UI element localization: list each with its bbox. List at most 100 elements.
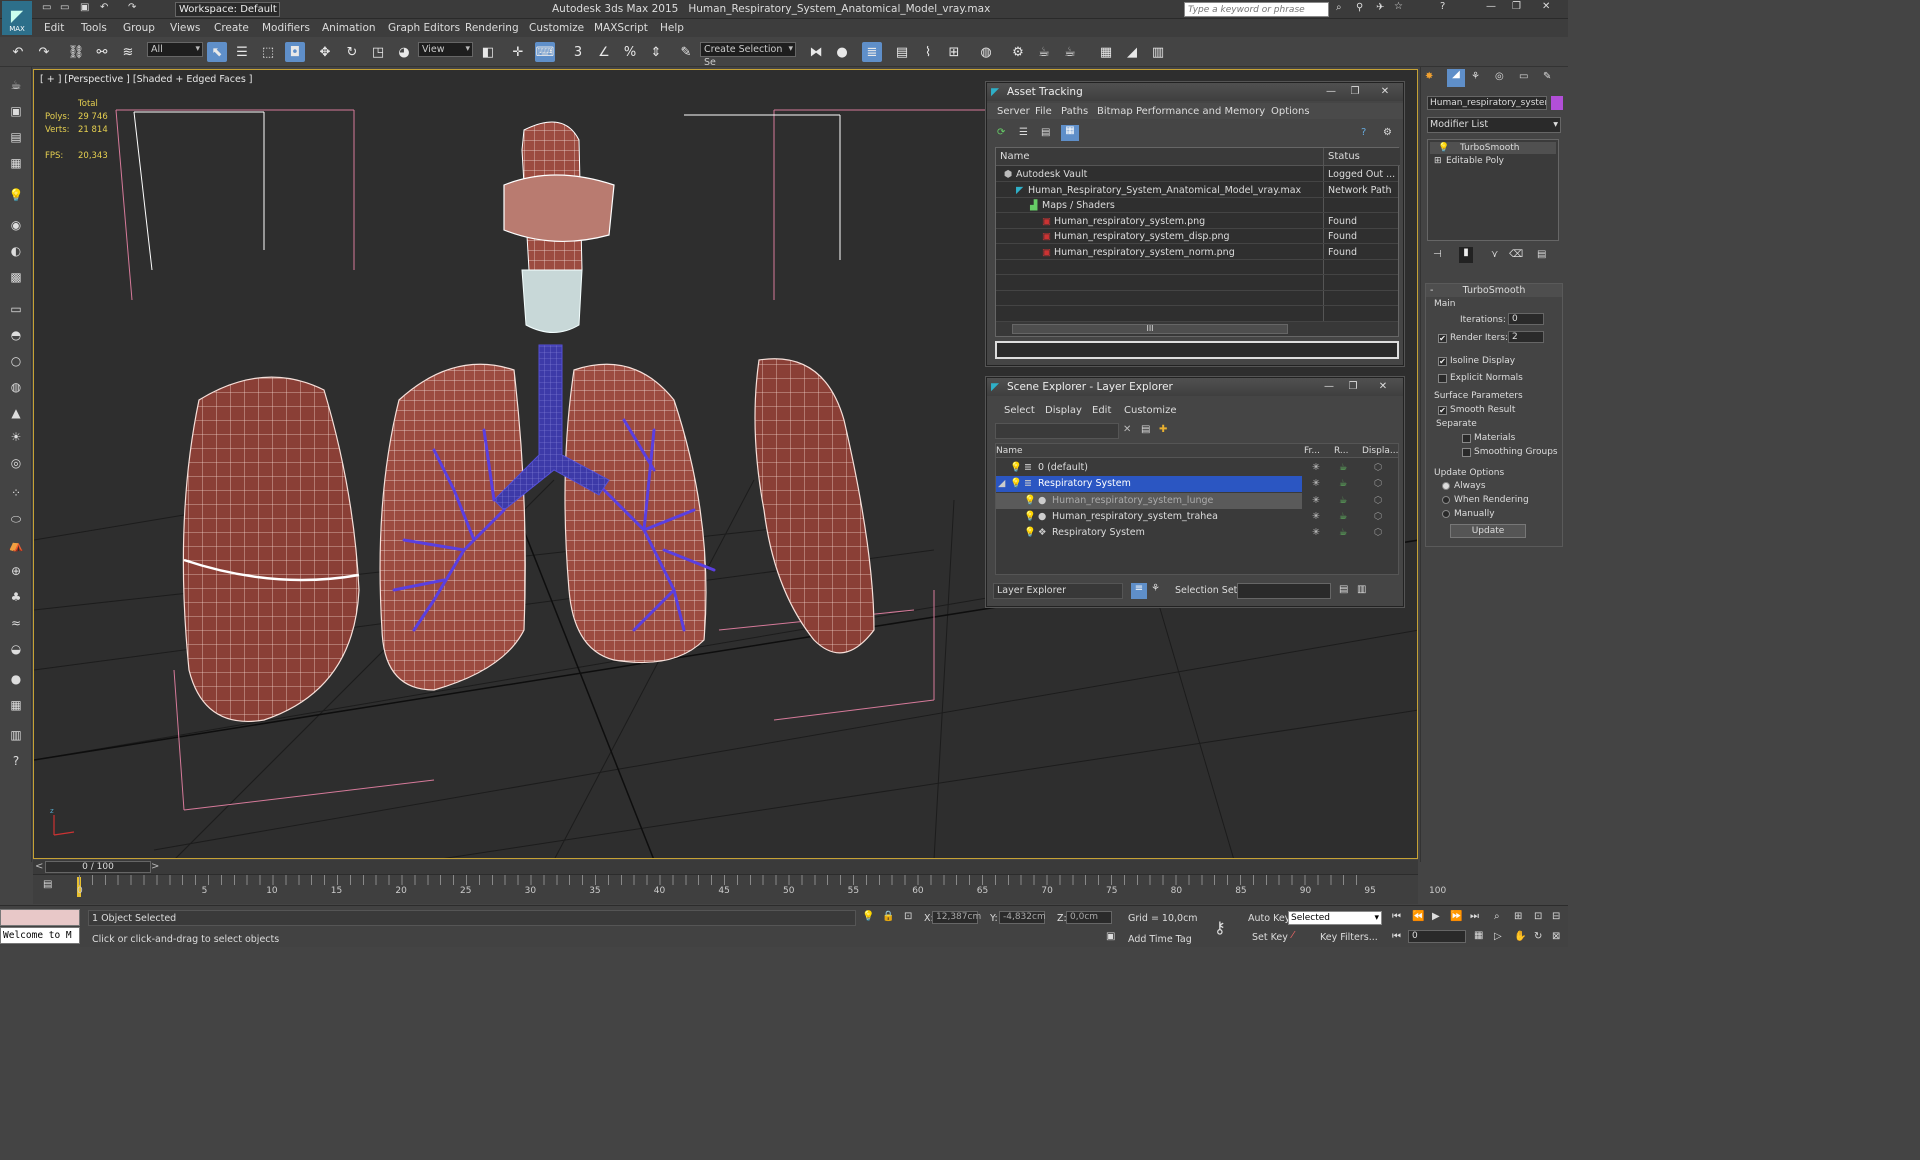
hierarchy-mode-icon[interactable]: ⚘	[1151, 583, 1160, 594]
visibility-bulb-icon[interactable]: 💡	[1024, 509, 1036, 525]
favorites-star-icon[interactable]: ☆	[1394, 1, 1403, 12]
render-teapot-icon[interactable]: ☕	[1339, 460, 1348, 476]
asset-table-row[interactable]: ▣ Human_respiratory_system.png Found	[996, 214, 1398, 229]
scene-col-render[interactable]: R...	[1334, 446, 1349, 456]
minimize-icon[interactable]: —	[1486, 1, 1496, 12]
menu-edit[interactable]: Edit	[44, 22, 64, 34]
orbit-icon[interactable]: ↻	[1534, 931, 1542, 942]
layer-explorer-mode-dropdown[interactable]: Layer Explorer	[993, 583, 1123, 599]
asset-menu-bitmap[interactable]: Bitmap Performance and Memory	[1097, 106, 1265, 117]
render-teapot-icon[interactable]: ☕	[1339, 476, 1348, 492]
asset-table-row[interactable]	[996, 307, 1398, 322]
plane-icon[interactable]: ▭	[6, 299, 26, 319]
track-bar[interactable]: ▤ 0 5 10 15 20 25 30 35 40 45 50 55 60 65 70 75 80 85 90 95…	[33, 874, 1446, 904]
key-mode-toggle-icon[interactable]: ⏮	[1392, 931, 1401, 942]
set-key-button[interactable]: Set Key	[1252, 932, 1288, 943]
mini-curve-editor-icon[interactable]: ▤	[43, 879, 52, 890]
asset-table-row[interactable]	[996, 260, 1398, 275]
asset-menu-file[interactable]: File	[1035, 106, 1052, 117]
asset-menu-options[interactable]: Options	[1271, 106, 1310, 117]
help-icon[interactable]: ?	[1440, 1, 1445, 12]
add-time-tag-icon[interactable]: ▣	[1106, 931, 1115, 942]
display-box-icon[interactable]: ⬡	[1374, 525, 1382, 541]
asset-table-row[interactable]	[996, 291, 1398, 306]
when-rendering-radio[interactable]	[1442, 496, 1450, 504]
torus-icon[interactable]: ◎	[6, 453, 26, 473]
keyboard-shortcut-override-icon[interactable]: ⌨	[535, 42, 555, 62]
graphite-toggle-icon[interactable]: ▤	[892, 42, 912, 62]
scene-search-input[interactable]	[995, 423, 1119, 439]
grid-icon[interactable]: ▦	[6, 695, 26, 715]
asset-table-row[interactable]: ◤ Human_Respiratory_System_Anatomical_Mod…	[996, 183, 1398, 198]
rotate-icon[interactable]: ↻	[342, 42, 362, 62]
freeze-snowflake-icon[interactable]: ✳	[1312, 493, 1320, 509]
scene-col-frozen[interactable]: Fr...	[1304, 446, 1320, 456]
snaps-toggle-icon[interactable]: 3	[568, 42, 588, 62]
maximize-toggle-icon[interactable]: ⊠	[1552, 931, 1560, 942]
asset-table-row[interactable]: ⬢ Autodesk Vault Logged Out ...	[996, 167, 1398, 182]
geosphere-icon[interactable]: ◍	[6, 377, 26, 397]
bind-space-warp-icon[interactable]: ≋	[118, 42, 138, 62]
select-by-name-icon[interactable]: ☰	[232, 42, 252, 62]
asset-path-field[interactable]	[995, 341, 1399, 359]
reference-coordinate-dropdown[interactable]: View	[418, 42, 473, 57]
x-coordinate-field[interactable]: 12,387cm	[932, 911, 981, 924]
selection-set-edit-icon[interactable]: ▤	[1339, 584, 1348, 595]
schematic-view-icon[interactable]: ⊞	[944, 42, 964, 62]
menu-graph-editors[interactable]: Graph Editors	[388, 22, 460, 34]
scene-row[interactable]: 💡 ❖ Respiratory System ✳ ☕ ⬡	[996, 525, 1398, 541]
menu-group[interactable]: Group	[123, 22, 155, 34]
modifier-list-dropdown[interactable]: Modifier List ▾	[1427, 117, 1561, 133]
light-bulb-icon[interactable]: 💡	[6, 185, 26, 205]
layer-explorer-toggle-icon[interactable]: ≣	[862, 42, 882, 62]
workspace-dropdown[interactable]: Workspace: Default	[175, 2, 280, 17]
asset-table-row[interactable]	[996, 276, 1398, 291]
add-to-layer-icon[interactable]: ✚	[1159, 424, 1167, 435]
vray-frame-buffer-icon[interactable]: ▦	[1096, 42, 1116, 62]
zoom-all-icon[interactable]: ⊞	[1514, 911, 1522, 922]
asset-close-icon[interactable]: ✕	[1375, 84, 1395, 99]
globe-icon[interactable]: ⊕	[6, 561, 26, 581]
selection-lock-icon[interactable]: 🔒	[882, 911, 894, 922]
pivot-center-icon[interactable]: ◧	[478, 42, 498, 62]
render-iters-spinner[interactable]: 2	[1508, 331, 1544, 343]
window-crossing-icon[interactable]: ◘	[285, 42, 305, 62]
scene-list-icon[interactable]: ▤	[6, 127, 26, 147]
manually-radio[interactable]	[1442, 510, 1450, 518]
menu-customize[interactable]: Customize	[529, 22, 584, 34]
scene-menu-customize[interactable]: Customize	[1124, 405, 1177, 416]
undo-icon[interactable]: ↶	[8, 42, 28, 62]
hemisphere-icon[interactable]: ◓	[6, 325, 26, 345]
unlink-icon[interactable]: ⚯	[92, 42, 112, 62]
angle-snap-icon[interactable]: ∠	[594, 42, 614, 62]
help-circle-icon[interactable]: ?	[6, 751, 26, 771]
layer-mode-icon[interactable]: ≡	[1131, 583, 1147, 599]
time-slider-thumb[interactable]: 0 / 100	[45, 861, 151, 873]
remove-modifier-icon[interactable]: ⌫	[1509, 249, 1523, 260]
asset-tree-view-icon[interactable]: ▤	[1041, 127, 1050, 138]
link-icon[interactable]: ⛓	[66, 42, 86, 62]
named-selection-sets-dropdown[interactable]: Create Selection Se	[700, 42, 796, 68]
scene-row[interactable]: 💡 ● Human_respiratory_system_trahea ✳ ☕ ⬡	[996, 509, 1398, 525]
quick-access-new-icon[interactable]: ▭	[42, 2, 51, 13]
render-production-icon[interactable]: ☕	[1060, 42, 1080, 62]
y-coordinate-field[interactable]: -4,832cm	[999, 911, 1046, 924]
teapot-icon[interactable]: ☕	[6, 75, 26, 95]
collapse-arrow-icon[interactable]: ◢	[998, 476, 1005, 492]
camera-icon[interactable]: ◉	[6, 215, 26, 235]
z-coordinate-field[interactable]: 0,0cm	[1066, 911, 1112, 924]
app-logo[interactable]: ◤ MAX	[2, 1, 32, 35]
scale-icon[interactable]: ◳	[368, 42, 388, 62]
render-teapot-icon[interactable]: ☕	[1339, 509, 1348, 525]
freeze-snowflake-icon[interactable]: ✳	[1312, 509, 1320, 525]
rollout-header[interactable]: - TurboSmooth	[1426, 284, 1562, 297]
search-icon[interactable]: ⌕	[1336, 2, 1342, 13]
asset-table-row[interactable]: ▣ Human_respiratory_system_disp.png Found	[996, 229, 1398, 244]
select-object-icon[interactable]: ⬉	[207, 42, 227, 62]
visibility-bulb-icon[interactable]: 💡	[1024, 525, 1036, 541]
stack-item-turbosmooth[interactable]: 💡 TurboSmooth	[1430, 142, 1556, 154]
visibility-bulb-icon[interactable]: 💡	[1010, 476, 1022, 492]
scene-row[interactable]: ◢ 💡 ≣ Respiratory System ✳ ☕ ⬡	[996, 476, 1398, 493]
visibility-bulb-icon[interactable]: 💡	[1010, 460, 1022, 476]
key-filter-icon[interactable]: ⁄	[1292, 930, 1294, 941]
